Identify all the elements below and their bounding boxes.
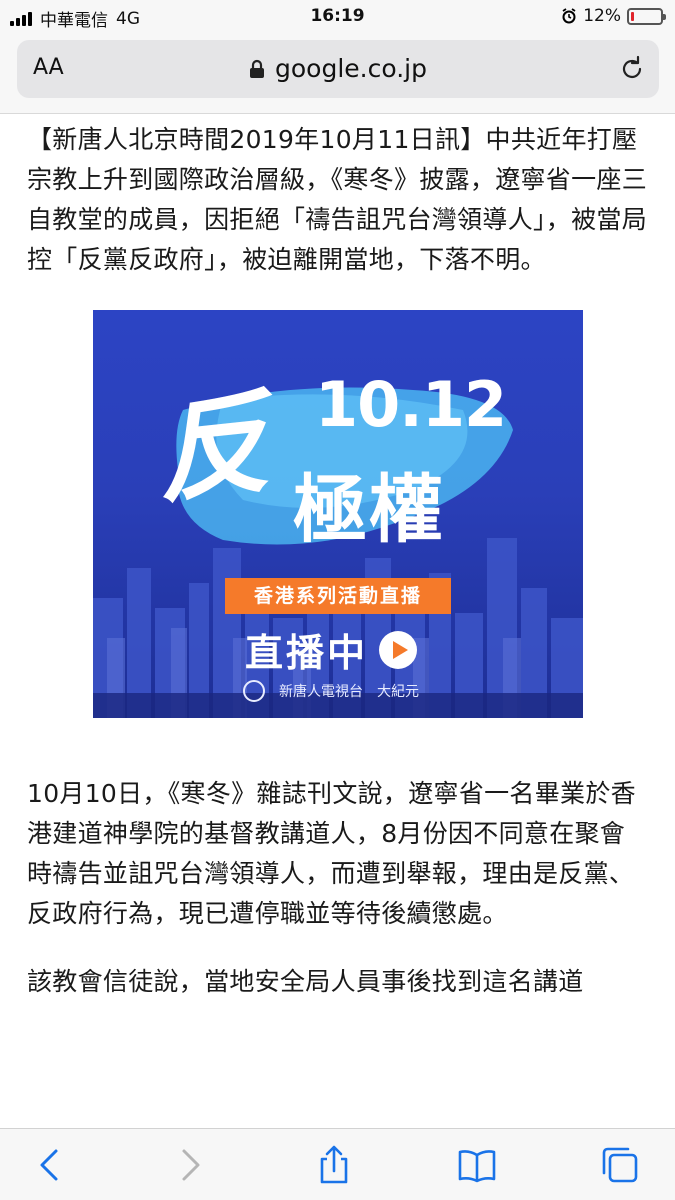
url-display[interactable]: google.co.jp [17, 54, 659, 83]
back-icon[interactable] [30, 1145, 70, 1185]
ntd-logo-text: 新唐人電視台 [279, 684, 363, 700]
article-paragraph: 10月10日，《寒冬》雜誌刊文說，遼寧省一名畢業於香港建道神學院的基督教講道人，… [27, 779, 636, 928]
article-content: 【新唐人北京時間2019年10月11日訊】中共近年打壓宗教上升到國際政治層級，《… [0, 114, 675, 1128]
banner-series-label: 香港系列活動直播 [225, 578, 451, 614]
banner-subtitle: 極權 [293, 467, 445, 553]
epoch-logo-text: 大紀元 [377, 684, 419, 700]
live-text: 直播中 [245, 631, 369, 675]
lock-icon [250, 59, 265, 78]
battery-level [631, 11, 634, 21]
article-paragraph: 【新唐人北京時間2019年10月11日訊】中共近年打壓宗教上升到國際政治層級，《… [27, 125, 648, 274]
forward-icon[interactable] [170, 1145, 210, 1185]
browser-chrome: AA google.co.jp [0, 34, 675, 114]
reload-icon[interactable] [617, 54, 647, 84]
share-icon[interactable] [314, 1145, 354, 1185]
banner-big-char: 反 [149, 377, 271, 520]
banner-live-label: 直播中 [245, 622, 418, 677]
bookmarks-icon[interactable] [457, 1145, 497, 1185]
url-text: google.co.jp [275, 54, 427, 83]
live-stream-banner[interactable]: 反 10.12 極權 香港系列活動直播 直播中 新唐人電視台 大紀元 [93, 310, 583, 718]
ntd-logo-icon [243, 680, 265, 702]
banner-date: 10.12 [315, 368, 507, 441]
status-right: 12% [561, 6, 666, 26]
address-bar[interactable]: AA google.co.jp [17, 40, 659, 98]
play-icon[interactable] [378, 630, 418, 670]
alarm-icon [562, 8, 576, 24]
safari-toolbar [0, 1128, 675, 1200]
battery-icon [627, 7, 666, 25]
status-bar: 中華電信 4G 16:19 12% [0, 0, 675, 34]
tabs-icon[interactable] [600, 1145, 640, 1185]
battery-percent: 12% [583, 6, 621, 26]
article-paragraph: 該教會信徒說，當地安全局人員事後找到這名講道 [27, 967, 584, 996]
banner-logos: 新唐人電視台 大紀元 [243, 680, 419, 702]
